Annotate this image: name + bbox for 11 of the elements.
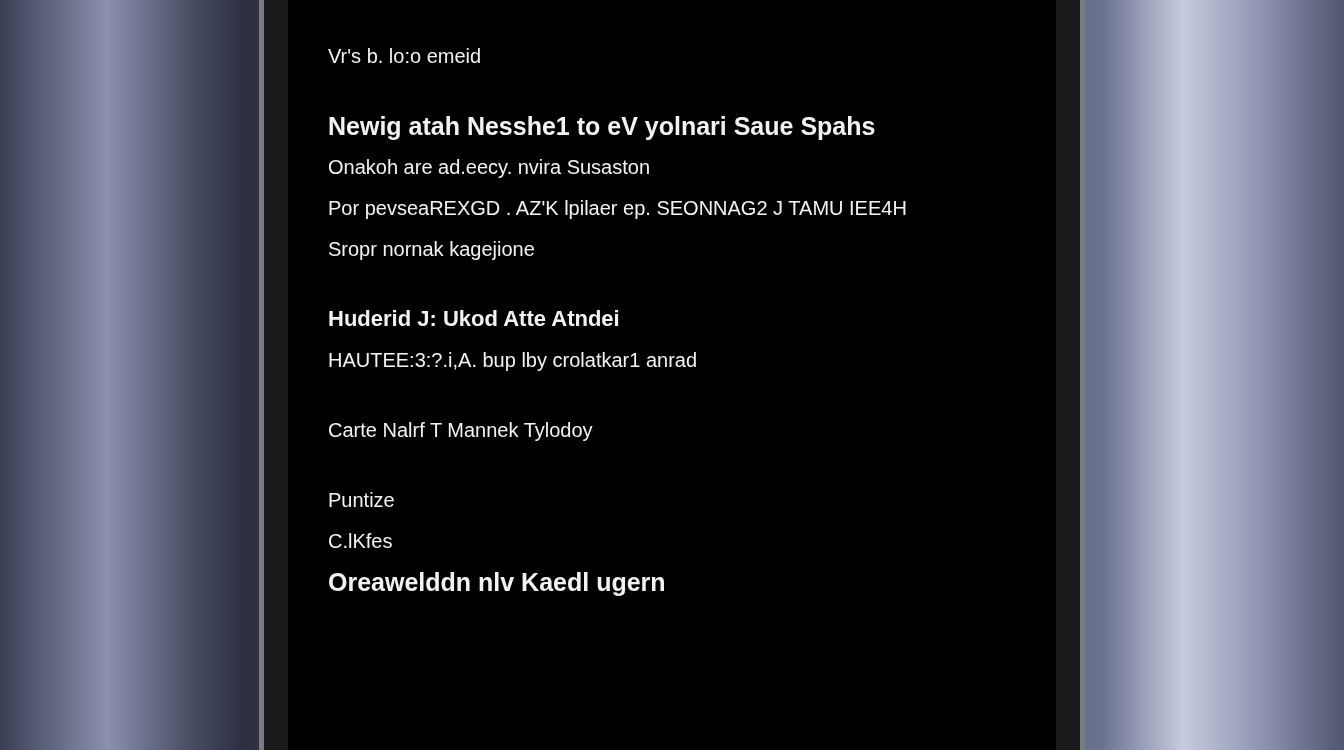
body-text: Vr's b. lo:o emeid: [328, 44, 483, 68]
heading-text: Oreawelddn nlv Kaedl ugern: [328, 570, 667, 594]
body-text: Carte Nalrf T Mannek Tylodoy: [328, 418, 594, 442]
heading-text: Newig atah Nesshe1 to eV yolnari Saue Spahs: [328, 114, 877, 138]
body-text: HAUTEE:3:?.i,A. bup lby crolatkar1 anrad: [328, 348, 699, 372]
body-text: Por pevseaREXGD . AZ'K lpilaer ep. SEONNAG2 J TAMU IEE4H: [328, 196, 908, 220]
subheading-text: Huderid J: Ukod Atte Atndei: [328, 307, 621, 331]
body-text: Onakoh are ad.eecy. nvira Susaston: [328, 155, 652, 179]
body-text: Sropr nornak kagejione: [328, 237, 536, 261]
body-text: Puntize: [328, 488, 396, 512]
body-text: C.lKfes: [328, 529, 394, 553]
